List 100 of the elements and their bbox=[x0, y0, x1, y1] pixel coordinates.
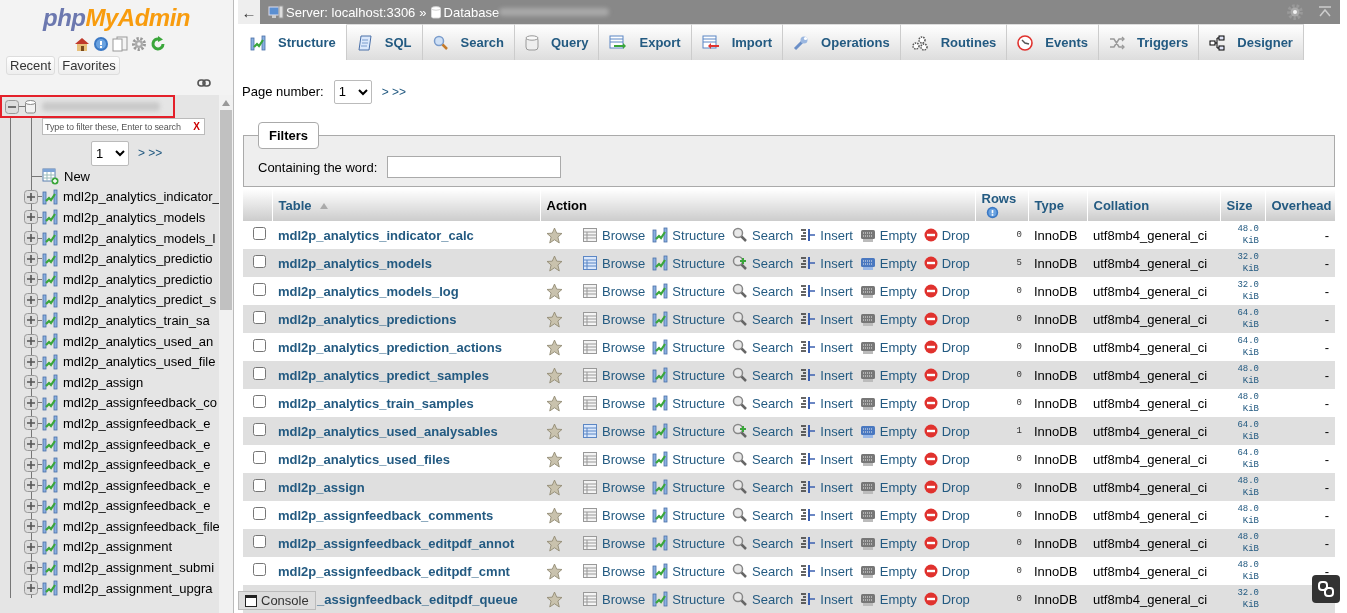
expand-icon[interactable] bbox=[24, 189, 38, 204]
expand-icon[interactable] bbox=[24, 437, 38, 451]
action-link[interactable]: Browse bbox=[582, 507, 646, 523]
phpmyadmin-logo[interactable]: phpMyAdmin bbox=[43, 4, 190, 32]
action-link[interactable]: Empty bbox=[859, 451, 917, 467]
collapse-icon[interactable] bbox=[1318, 6, 1332, 18]
action-link[interactable]: Structure bbox=[652, 591, 726, 607]
action-link[interactable]: Drop bbox=[923, 535, 970, 551]
action-link[interactable]: Drop bbox=[923, 283, 970, 299]
action-link[interactable]: Empty bbox=[859, 423, 917, 439]
action-link[interactable]: Insert bbox=[800, 507, 853, 523]
favorite-star-icon[interactable] bbox=[546, 506, 563, 524]
expand-icon[interactable] bbox=[24, 210, 38, 225]
action-link[interactable]: Drop bbox=[923, 367, 970, 383]
row-checkbox[interactable] bbox=[253, 423, 266, 436]
tab[interactable]: Search bbox=[422, 24, 515, 60]
sidebar-tab-button[interactable]: Favorites bbox=[58, 56, 120, 75]
action-link[interactable]: Structure bbox=[652, 255, 726, 271]
column-header[interactable]: Collation bbox=[1087, 189, 1220, 221]
tree-item-label[interactable]: mdl2p_assignfeedback_e bbox=[63, 457, 211, 473]
tab[interactable]: Operations bbox=[783, 24, 901, 60]
action-link[interactable]: Search bbox=[732, 311, 794, 327]
action-link[interactable]: Insert bbox=[800, 423, 853, 439]
action-link[interactable]: Insert bbox=[800, 339, 853, 355]
action-link[interactable]: Insert bbox=[800, 451, 853, 467]
tree-item-label[interactable]: mdl2p_analytics_models bbox=[63, 210, 206, 225]
action-link[interactable]: Browse bbox=[582, 451, 646, 467]
action-link[interactable]: Empty bbox=[859, 395, 917, 411]
expand-icon[interactable] bbox=[24, 457, 38, 472]
action-link[interactable]: Empty bbox=[859, 339, 917, 355]
action-link[interactable]: Search bbox=[732, 339, 794, 355]
filter-field[interactable] bbox=[387, 156, 562, 178]
row-checkbox[interactable] bbox=[253, 255, 266, 268]
database-row[interactable] bbox=[0, 95, 175, 118]
action-link[interactable]: Empty bbox=[859, 563, 917, 579]
expand-icon[interactable] bbox=[24, 395, 38, 410]
scrollbar[interactable] bbox=[219, 95, 233, 613]
action-link[interactable]: Browse bbox=[582, 395, 646, 411]
tree-item-label[interactable]: mdl2p_assignment_submi bbox=[63, 560, 215, 576]
tree-item-label[interactable]: mdl2p_assignment bbox=[63, 539, 173, 555]
action-link[interactable]: Search bbox=[732, 563, 794, 579]
favorite-star-icon[interactable] bbox=[546, 590, 563, 608]
action-link[interactable]: Insert bbox=[800, 311, 853, 327]
action-link[interactable]: Structure bbox=[652, 283, 726, 299]
expand-icon[interactable] bbox=[24, 581, 38, 596]
tree-item-label[interactable]: mdl2p_assignment_upgra bbox=[63, 580, 213, 596]
action-link[interactable]: Empty bbox=[859, 507, 917, 523]
action-link[interactable]: Empty bbox=[859, 367, 917, 383]
action-link[interactable]: Drop bbox=[923, 423, 970, 439]
expand-icon[interactable] bbox=[24, 540, 38, 554]
action-link[interactable]: Structure bbox=[652, 339, 726, 355]
action-link[interactable]: Drop bbox=[923, 563, 970, 579]
expand-icon[interactable] bbox=[24, 251, 38, 266]
action-link[interactable]: Browse bbox=[582, 423, 646, 439]
action-link[interactable]: Empty bbox=[859, 283, 917, 299]
action-link[interactable]: Search bbox=[732, 283, 794, 299]
help-icon[interactable] bbox=[985, 205, 999, 219]
action-link[interactable]: Search bbox=[732, 451, 794, 467]
settings-icon[interactable] bbox=[1286, 3, 1304, 21]
action-link[interactable]: Empty bbox=[859, 479, 917, 495]
clear-button[interactable]: X bbox=[189, 121, 204, 132]
favorite-star-icon[interactable] bbox=[546, 422, 563, 440]
action-link[interactable]: Drop bbox=[923, 339, 970, 355]
action-link[interactable]: Browse bbox=[582, 227, 646, 243]
tree-item-label[interactable]: mdl2p_analytics_predictio bbox=[63, 271, 213, 287]
row-checkbox[interactable] bbox=[253, 311, 266, 324]
expand-icon[interactable] bbox=[24, 416, 38, 431]
action-link[interactable]: Structure bbox=[652, 507, 726, 523]
tree-item-label[interactable]: mdl2p_assignfeedback_e bbox=[63, 415, 211, 431]
expand-icon[interactable] bbox=[24, 354, 38, 369]
favorite-star-icon[interactable] bbox=[546, 338, 563, 356]
expand-icon[interactable] bbox=[24, 498, 38, 513]
action-link[interactable]: Drop bbox=[923, 451, 970, 467]
action-link[interactable]: Insert bbox=[800, 479, 853, 495]
action-link[interactable]: Search bbox=[732, 591, 794, 607]
action-link[interactable]: Drop bbox=[923, 591, 970, 607]
favorite-star-icon[interactable] bbox=[546, 394, 563, 412]
favorite-star-icon[interactable] bbox=[546, 282, 563, 300]
action-link[interactable]: Insert bbox=[800, 227, 853, 243]
action-link[interactable]: Drop bbox=[923, 311, 970, 327]
action-link[interactable]: Structure bbox=[652, 311, 726, 327]
tree-item-label[interactable]: mdl2p_analytics_models_l bbox=[63, 230, 216, 246]
favorite-star-icon[interactable] bbox=[546, 478, 563, 496]
action-link[interactable]: Empty bbox=[859, 535, 917, 551]
tab[interactable]: Triggers bbox=[1099, 24, 1200, 60]
action-link[interactable]: Insert bbox=[800, 563, 853, 579]
sidebar-tab-button[interactable]: Recent bbox=[6, 56, 56, 75]
row-checkbox[interactable] bbox=[253, 339, 266, 352]
document-icon[interactable] bbox=[111, 36, 128, 52]
server-link[interactable]: Server: localhost:3306 bbox=[286, 4, 416, 20]
favorite-star-icon[interactable] bbox=[546, 366, 563, 384]
action-link[interactable]: Browse bbox=[582, 479, 646, 495]
link-icon[interactable] bbox=[197, 79, 211, 87]
action-link[interactable]: Empty bbox=[859, 591, 917, 607]
favorite-star-icon[interactable] bbox=[546, 310, 563, 328]
action-link[interactable]: Empty bbox=[859, 227, 917, 243]
tab[interactable]: SQL bbox=[346, 24, 423, 60]
tree-item-label[interactable]: mdl2p_assign bbox=[63, 374, 144, 390]
action-link[interactable]: Browse bbox=[582, 339, 646, 355]
column-header[interactable]: Overhead bbox=[1265, 189, 1335, 221]
